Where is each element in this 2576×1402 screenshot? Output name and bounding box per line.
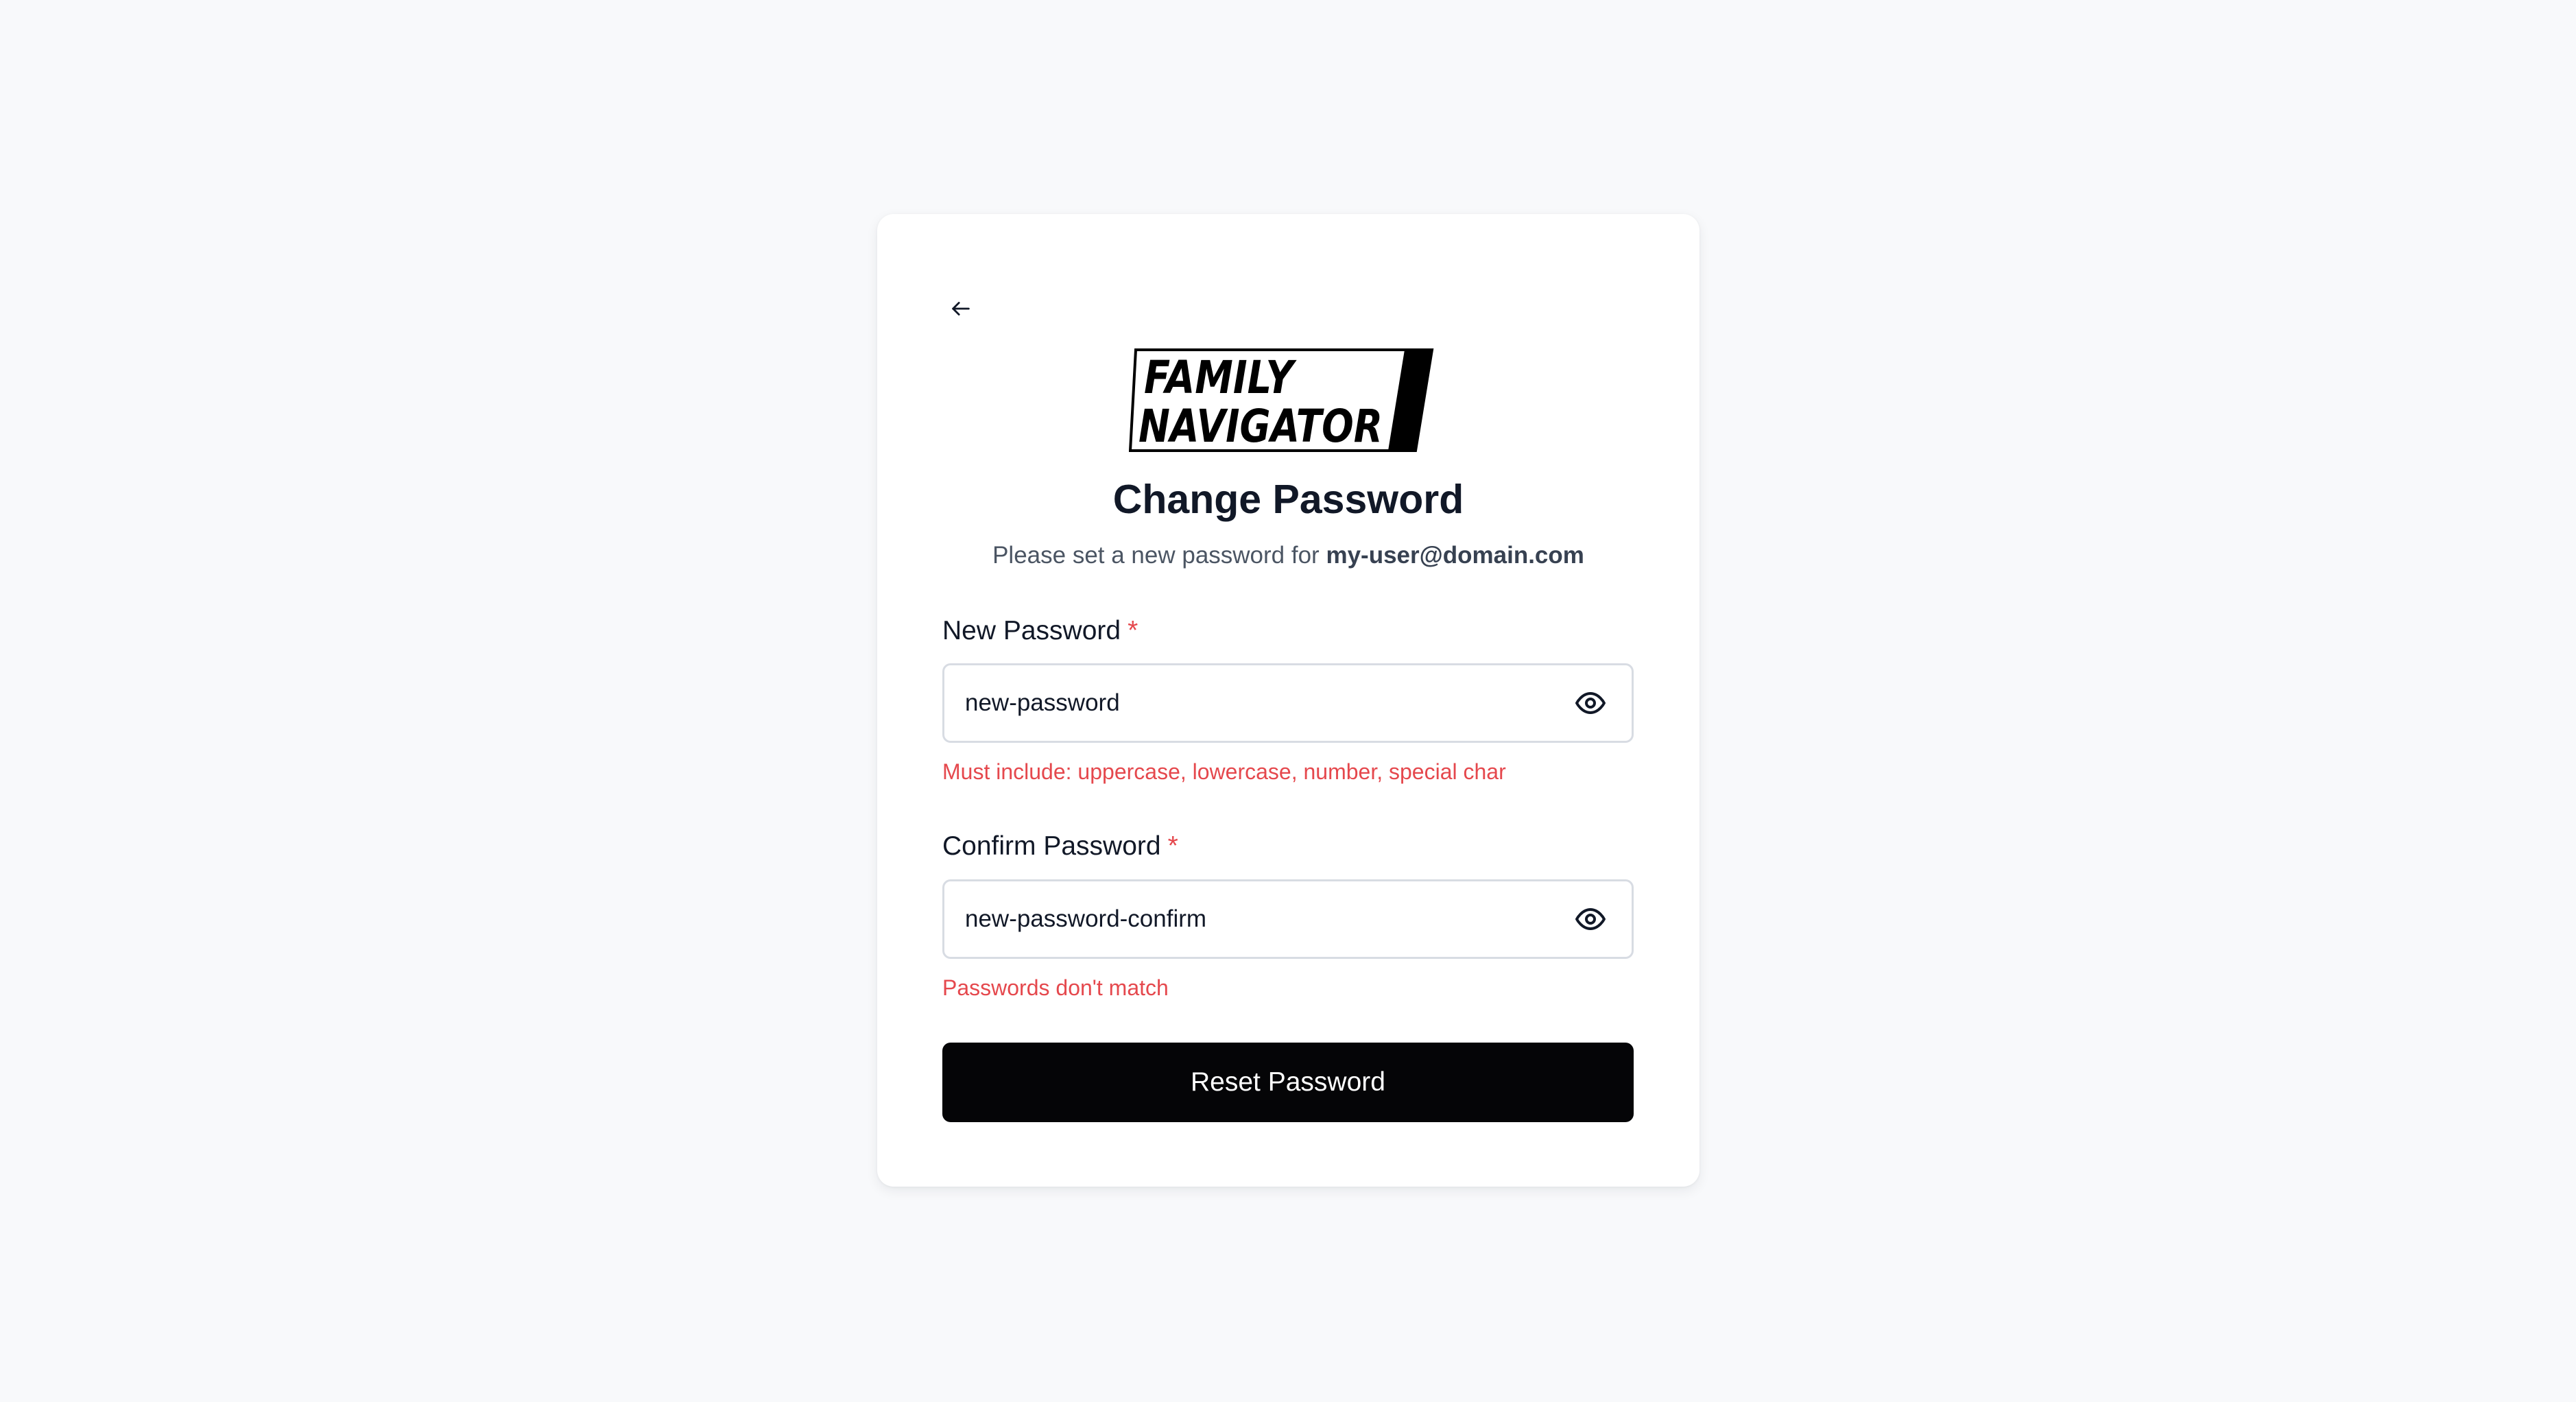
account-email: my-user@domain.com [1326,542,1584,569]
family-navigator-logo: FAMILY NAVIGATOR [1129,348,1439,453]
confirm-password-error: Passwords don't match [942,975,1169,1000]
eye-icon [1575,908,1606,930]
new-password-input[interactable]: new-password [965,689,1570,717]
new-password-error: Must include: uppercase, lowercase, numb… [942,759,1506,784]
page-subtitle: Please set a new password for my-user@do… [877,538,1700,573]
show-new-password-toggle[interactable] [1570,682,1611,724]
confirm-password-label: Confirm Password * [942,829,1178,864]
new-password-label: New Password * [942,613,1138,649]
new-password-label-text: New Password [942,616,1121,645]
confirm-password-label-text: Confirm Password [942,831,1161,861]
logo-line-2: NAVIGATOR [1138,400,1383,453]
required-marker: * [1167,831,1178,861]
back-button[interactable] [940,291,982,326]
arrow-left-icon [952,302,970,316]
reset-password-button[interactable]: Reset Password [942,1043,1634,1122]
confirm-password-input[interactable]: new-password-confirm [965,905,1570,933]
subtitle-text: Please set a new password for [992,542,1320,569]
page-title: Change Password [1112,477,1464,522]
required-marker: * [1128,616,1138,645]
eye-icon [1575,692,1606,714]
show-confirm-password-toggle[interactable] [1570,899,1611,940]
confirm-password-field[interactable]: new-password-confirm [942,879,1634,959]
logo-line-1: FAMILY [1144,351,1297,404]
new-password-field[interactable]: new-password [942,663,1634,743]
